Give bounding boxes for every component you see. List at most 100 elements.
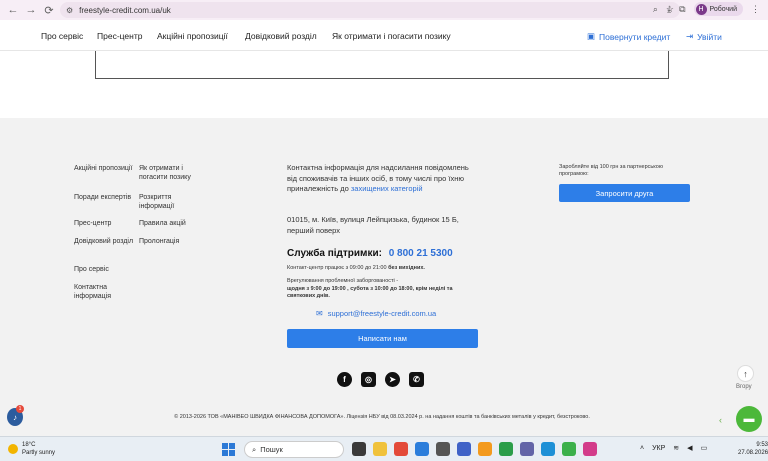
profile-name: Робочий [709, 5, 737, 13]
footer-link-contacts[interactable]: Контактна інформація [74, 283, 136, 301]
nav-promotions[interactable]: Акційні пропозиції [157, 31, 228, 41]
language-indicator[interactable]: УКР [652, 445, 665, 452]
call-center-hours: Контакт-центр працює з 09:00 до 21:00 бе… [287, 265, 425, 271]
site-header: Про сервіс Прес-центр Акційні пропозиції… [0, 20, 768, 51]
protected-categories-link[interactable]: захищених категорій [351, 184, 423, 193]
menu-dots-icon[interactable]: ⋮ [751, 4, 760, 15]
weather-widget[interactable]: 18°C Partly sunny [8, 441, 55, 457]
address: 01015, м. Київ, вулиця Лейпцизька, будин… [287, 215, 459, 235]
nav-press[interactable]: Прес-центр [97, 31, 142, 41]
taskbar-apps [352, 442, 597, 456]
extensions-icon[interactable]: ⧉ [679, 4, 685, 15]
bell-icon: ♪ [13, 412, 17, 422]
profile-button[interactable]: Н Робочий [693, 2, 743, 16]
footer-link-press[interactable]: Прес-центр [74, 219, 136, 228]
support-line: Служба підтримки: 0 800 21 5300 [287, 248, 453, 259]
store-icon[interactable] [436, 442, 450, 456]
taskbar-search-placeholder: Пошук [260, 445, 283, 454]
scroll-up-label: Вгору [736, 384, 752, 390]
taskbar-search[interactable]: ⌕ Пошук [244, 441, 344, 458]
chevron-up-icon[interactable]: ˄ [640, 445, 644, 452]
support-phone[interactable]: 0 800 21 5300 [389, 248, 453, 259]
weather-temp: 18°C [22, 442, 36, 448]
support-email-text: support@freestyle-credit.com.ua [327, 309, 437, 318]
support-email[interactable]: ✉ support@freestyle-credit.com.ua [316, 309, 436, 318]
address-url[interactable]: freestyle-credit.com.ua/uk [79, 6, 171, 15]
content-area [0, 51, 768, 118]
footer: Акційні пропозиції Поради експертів Прес… [0, 118, 768, 436]
nav-how-to[interactable]: Як отримати і погасити позику [332, 31, 451, 41]
viber-icon[interactable]: ✆ [409, 372, 424, 387]
login-button[interactable]: ⇥ Увійти [686, 31, 722, 42]
app-icon[interactable] [457, 442, 471, 456]
teams-icon[interactable] [520, 442, 534, 456]
scroll-up-button[interactable]: ↑ [737, 365, 754, 382]
chevron-left-icon[interactable]: ‹ [719, 415, 722, 425]
partner-promo-text: Заробляйте від 100 грн за партнерською п… [559, 164, 663, 177]
search-icon: ⌕ [252, 444, 257, 454]
file-explorer-icon[interactable] [373, 442, 387, 456]
windows-start-icon[interactable] [222, 443, 235, 456]
footer-link-prolongation[interactable]: Пролонгація [139, 237, 201, 246]
back-icon[interactable]: ← [4, 1, 22, 19]
wallet-icon: ▣ [587, 31, 596, 41]
footer-link-promotions[interactable]: Акційні пропозиції [74, 164, 136, 173]
download-icon[interactable]: ⤓ [667, 4, 671, 15]
clock[interactable]: 9:53 27.08.2026 [738, 441, 768, 457]
address-bar[interactable]: ⚙ freestyle-credit.com.ua/uk ⌕ ☆ [60, 2, 680, 18]
app-orange-icon[interactable] [478, 442, 492, 456]
instagram-icon[interactable]: ◎ [361, 372, 376, 387]
forward-icon[interactable]: → [22, 1, 40, 19]
zoom-icon[interactable]: ⌕ [653, 4, 658, 15]
task-view-icon[interactable] [352, 442, 366, 456]
debt-settlement-hours: щодня з 9:00 до 19:00 , субота з 10:00 д… [287, 285, 453, 300]
app-green-icon[interactable] [499, 442, 513, 456]
nav-about[interactable]: Про сервіс [41, 31, 83, 41]
telegram-icon[interactable]: ➤ [385, 372, 400, 387]
content-frame [95, 51, 669, 79]
footer-link-help[interactable]: Довідковий розділ [74, 237, 136, 246]
copyright: © 2013-2026 ТОВ «МАНІВЕО ШВИДКА ФІНАНСОВ… [174, 414, 590, 420]
footer-link-about[interactable]: Про сервіс [74, 265, 136, 274]
contact-info-text: Контактна інформація для надсилання пові… [287, 163, 472, 195]
app-blue-icon[interactable] [541, 442, 555, 456]
edge-icon[interactable] [415, 442, 429, 456]
battery-icon[interactable]: ▭ [701, 444, 708, 452]
site-info-icon[interactable]: ⚙ [66, 6, 73, 15]
footer-link-disclosure[interactable]: Розкриття інформації [139, 193, 201, 211]
invite-friend-button[interactable]: Запросити друга [559, 184, 690, 202]
clock-time: 9:53 [756, 442, 768, 448]
app-green2-icon[interactable] [562, 442, 576, 456]
system-tray: ˄ УКР ≋ ◀ ▭ [640, 444, 708, 453]
clock-date: 27.08.2026 [738, 450, 768, 456]
facebook-icon[interactable]: f [337, 372, 352, 387]
hours-days: без вихідних. [388, 265, 425, 271]
social-links: f ◎ ➤ ✆ [337, 372, 424, 387]
arrow-up-icon: ↑ [743, 368, 748, 379]
support-label: Служба підтримки: [287, 248, 382, 259]
browser-toolbar: ← → ⟳ ⚙ freestyle-credit.com.ua/uk ⌕ ☆ ⤓… [0, 0, 768, 20]
reload-icon[interactable]: ⟳ [40, 1, 58, 19]
login-icon: ⇥ [686, 31, 694, 41]
footer-link-expert-tips[interactable]: Поради експертів [74, 193, 136, 202]
chrome-icon[interactable] [394, 442, 408, 456]
footer-link-promo-rules[interactable]: Правила акцій [139, 219, 201, 228]
notification-badge: 1 [16, 405, 24, 413]
return-credit-button[interactable]: ▣ Повернути кредит [587, 31, 670, 42]
weather-condition: Partly sunny [22, 450, 56, 456]
taskbar: 18°C Partly sunny ⌕ Пошук ˄ УКР ≋ ◀ ▭ 9:… [0, 436, 768, 461]
login-label: Увійти [697, 31, 722, 42]
sun-icon [8, 444, 18, 454]
wifi-icon[interactable]: ≋ [673, 444, 679, 452]
avatar: Н [695, 3, 707, 15]
debt-settlement-title: Врегулювання проблемної заборгованості - [287, 278, 399, 284]
chat-button[interactable]: ▬ [736, 406, 762, 432]
volume-icon[interactable]: ◀ [687, 444, 692, 452]
write-us-button[interactable]: Написати нам [287, 329, 478, 348]
return-credit-label: Повернути кредит [599, 31, 671, 42]
footer-link-how-to[interactable]: Як отримати і погасити позику [139, 164, 203, 182]
hours-text: Контакт-центр працює з 09:00 до 21:00 [287, 265, 387, 271]
debt-settlement-info: Врегулювання проблемної заборгованості -… [287, 278, 472, 301]
nav-help[interactable]: Довідковий розділ [245, 31, 317, 41]
app-pink-icon[interactable] [583, 442, 597, 456]
